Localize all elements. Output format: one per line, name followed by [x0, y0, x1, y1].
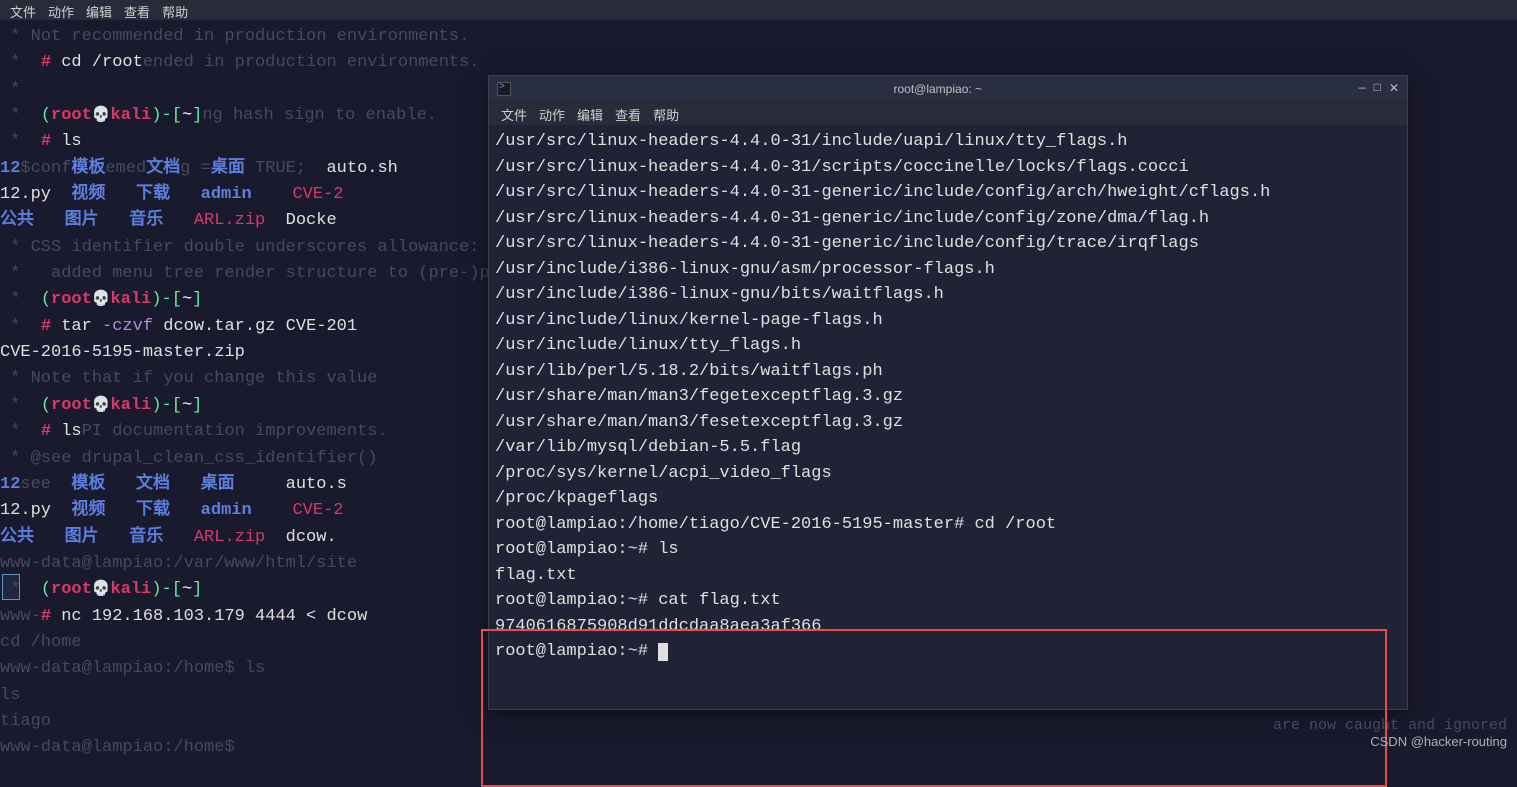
ls-item: ARL.zip: [194, 528, 265, 547]
ls-item: 模板: [71, 159, 105, 178]
ls-item: 12.py: [0, 185, 51, 204]
window-titlebar[interactable]: root@lampiao: ~ — □ ✕: [489, 76, 1407, 101]
ls-item: 下载: [136, 501, 170, 520]
ls-item: CVE-2: [292, 185, 343, 204]
ls-item: 音乐: [129, 211, 163, 230]
menu-view[interactable]: 查看: [124, 2, 150, 18]
terminal-output[interactable]: /usr/src/linux-headers-4.4.0-31/include/…: [489, 125, 1407, 669]
ls-item: 12: [0, 475, 20, 494]
foreground-terminal-window[interactable]: root@lampiao: ~ — □ ✕ 文件 动作 编辑 查看 帮助 /us…: [488, 75, 1408, 710]
ls-item: ARL.zip: [194, 211, 265, 230]
ls-item: 图片: [65, 528, 99, 547]
terminal-icon: [497, 82, 511, 96]
output-line: CVE-2016-5195-master.zip: [0, 343, 245, 362]
ls-item: admin: [201, 501, 252, 520]
ls-item: 文档: [146, 159, 180, 178]
ls-item: 下载: [136, 185, 170, 204]
menu-help[interactable]: 帮助: [162, 2, 188, 18]
bg-faded-line: are now caught and ignored: [1273, 717, 1507, 734]
menu-edit[interactable]: 编辑: [86, 2, 112, 18]
cursor-block: [658, 643, 668, 661]
fg-menu-file[interactable]: 文件: [501, 105, 527, 121]
cmd-ls: ls: [61, 132, 81, 151]
ls-item: Docke: [286, 211, 337, 230]
menu-action[interactable]: 动作: [48, 2, 74, 18]
ls-item: 模板: [71, 475, 105, 494]
ls-item: 公共: [0, 528, 34, 547]
skull-icon: 💀: [92, 581, 111, 598]
close-button[interactable]: ✕: [1389, 81, 1399, 96]
ls-item: dcow.: [286, 528, 337, 547]
menu-file[interactable]: 文件: [10, 2, 36, 18]
skull-icon: 💀: [92, 291, 111, 308]
fg-menu-action[interactable]: 动作: [539, 105, 565, 121]
ls-item: 12.py: [0, 501, 51, 520]
ls-item: auto.s: [286, 475, 347, 494]
ls-item: auto.sh: [326, 159, 397, 178]
ls-item: 公共: [0, 211, 34, 230]
bg-faded-line: * Not recommended in production environm…: [0, 24, 1517, 50]
maximize-button[interactable]: □: [1374, 81, 1381, 96]
cmd-ls: ls: [61, 422, 81, 441]
ls-item: CVE-2: [292, 501, 343, 520]
minimize-button[interactable]: —: [1359, 81, 1366, 96]
fg-menu-help[interactable]: 帮助: [653, 105, 679, 121]
ls-item: 图片: [65, 211, 99, 230]
ls-item: 桌面: [201, 475, 235, 494]
fg-menu-edit[interactable]: 编辑: [577, 105, 603, 121]
prompt-user: root: [51, 106, 92, 125]
cmd-cd: cd /root: [61, 53, 143, 72]
cmd-tar: tar: [61, 317, 102, 336]
ls-item: 文档: [136, 475, 170, 494]
fg-menubar: 文件 动作 编辑 查看 帮助: [489, 101, 1407, 125]
ls-item: admin: [201, 185, 252, 204]
ls-item: 视频: [71, 185, 105, 204]
ls-item: 桌面: [211, 159, 245, 178]
window-title: root@lampiao: ~: [517, 82, 1359, 96]
tar-option: -czvf: [102, 317, 153, 336]
fg-menu-view[interactable]: 查看: [615, 105, 641, 121]
main-menubar: 文件 动作 编辑 查看 帮助: [0, 0, 1517, 20]
watermark: CSDN @hacker-routing: [1273, 734, 1507, 749]
ls-item: 视频: [71, 501, 105, 520]
ls-item: 12: [0, 159, 20, 178]
cmd-nc: nc 192.168.103.179 4444 < dcow: [61, 607, 367, 626]
ls-item: 音乐: [129, 528, 163, 547]
prompt-host: kali: [111, 106, 152, 125]
prompt-hash: #: [41, 53, 51, 72]
skull-icon: 💀: [92, 107, 111, 124]
skull-icon: 💀: [92, 397, 111, 414]
